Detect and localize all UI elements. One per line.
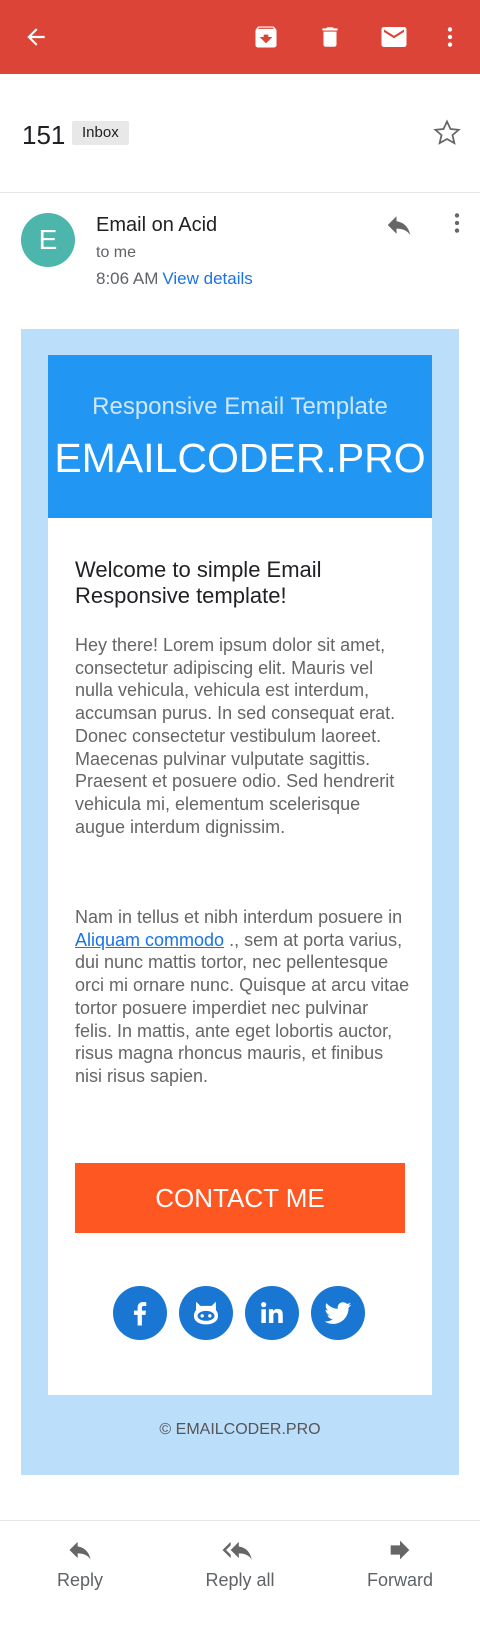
header-subtitle: Responsive Email Template <box>92 393 388 420</box>
reply-action-icon <box>69 1541 91 1560</box>
email-header: Responsive Email Template EMAILCODER.PRO <box>48 355 432 518</box>
mark-unread-icon[interactable] <box>376 19 412 55</box>
forward-icon <box>390 1540 410 1560</box>
twitter-icon[interactable] <box>311 1286 365 1340</box>
paragraph-1: Hey there! Lorem ipsum dolor sit amet, c… <box>75 635 396 837</box>
reply-label: Reply <box>56 1570 104 1590</box>
message-meta: 8:06 AM View details <box>96 269 253 289</box>
app-bar <box>0 0 480 74</box>
contact-me-button[interactable]: CONTACT ME <box>75 1163 405 1233</box>
reply-all-button[interactable]: Reply all <box>180 1536 300 1591</box>
forward-label: Forward <box>366 1570 433 1590</box>
forward-button[interactable]: Forward <box>340 1536 460 1591</box>
paragraph-2: Nam in tellus et nibh interdum posuere i… <box>75 906 410 1088</box>
linkedin-icon[interactable] <box>245 1286 299 1340</box>
reply-all-icon <box>222 1541 252 1560</box>
view-details-link[interactable]: View details <box>162 269 252 288</box>
delete-icon[interactable] <box>312 19 348 55</box>
paragraph-2-end: ., sem at porta varius, dui nunc mattis … <box>75 929 410 1086</box>
message-count: 151 <box>22 120 66 150</box>
avatar: E <box>21 213 75 267</box>
facebook-icon[interactable] <box>113 1286 167 1340</box>
message-time: 8:06 AM <box>96 269 159 288</box>
recipient-text: to me <box>96 244 137 261</box>
welcome-heading: Welcome to simple Email Responsive templ… <box>75 557 322 608</box>
reply-button[interactable]: Reply <box>20 1536 140 1591</box>
sender-name: Email on Acid <box>96 214 218 236</box>
star-icon[interactable] <box>432 118 462 153</box>
inbox-label[interactable]: Inbox <box>72 121 129 145</box>
reply-icon[interactable] <box>384 210 414 245</box>
email-footer: © EMAILCODER.PRO <box>159 1421 321 1438</box>
paragraph-2-start: Nam in tellus et nibh interdum posuere i… <box>75 907 403 927</box>
more-vert-icon[interactable] <box>432 19 468 55</box>
message-more-icon[interactable] <box>444 210 470 241</box>
archive-icon[interactable] <box>248 19 284 55</box>
reply-all-label: Reply all <box>205 1570 275 1590</box>
github-icon[interactable] <box>179 1286 233 1340</box>
back-arrow-icon[interactable] <box>18 19 54 55</box>
aliquam-commodo-link[interactable]: Aliquam commodo <box>75 930 224 950</box>
header-title: EMAILCODER.PRO <box>54 435 426 481</box>
